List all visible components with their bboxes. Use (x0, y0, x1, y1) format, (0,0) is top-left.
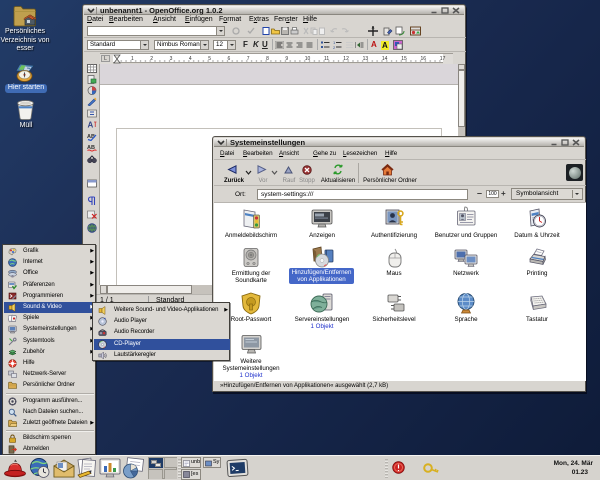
svg-text:A: A (88, 121, 94, 130)
svg-text:2: 2 (333, 45, 336, 49)
